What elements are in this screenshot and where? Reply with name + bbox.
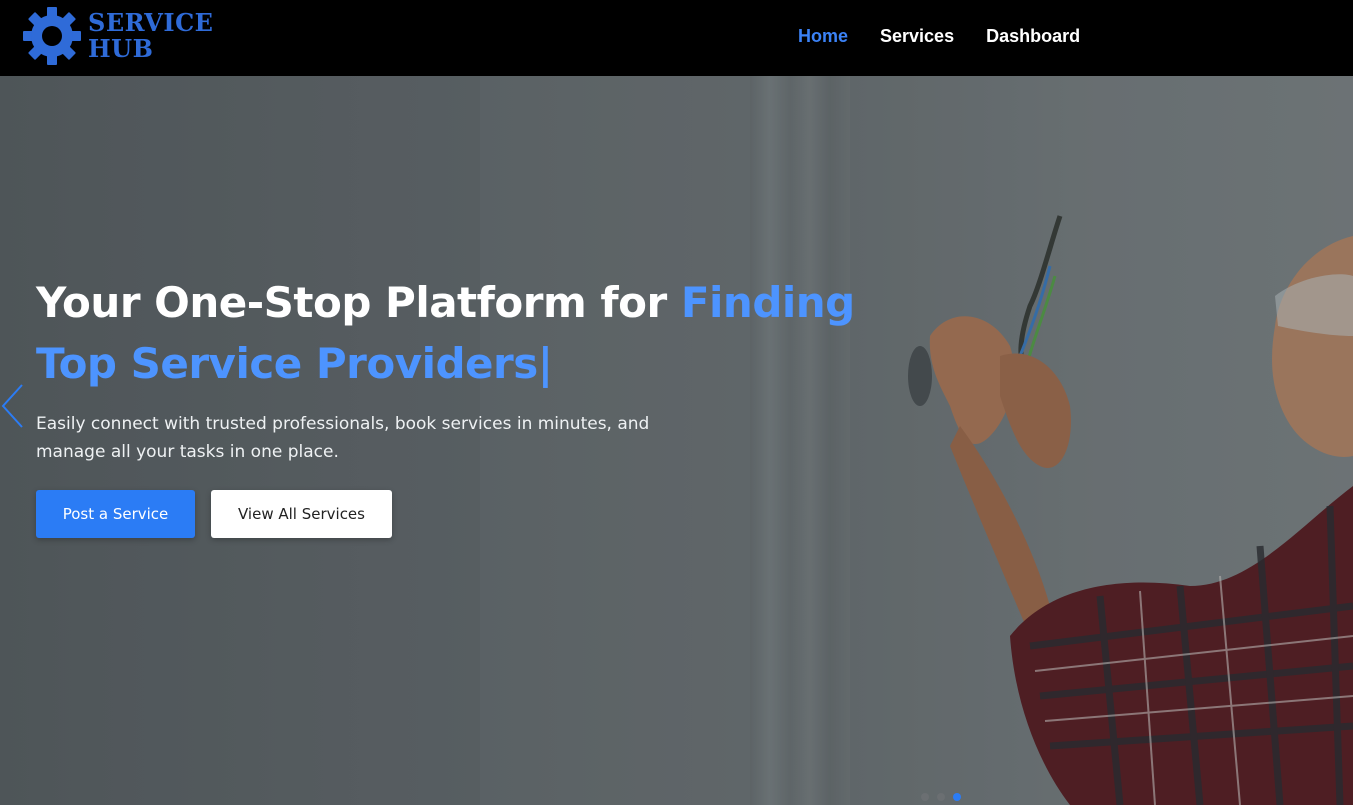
carousel-dot-1[interactable]	[921, 793, 929, 801]
carousel-prev-button[interactable]	[0, 382, 26, 430]
hero-headline: Your One-Stop Platform for Finding Top S…	[36, 272, 916, 394]
carousel-pagination	[921, 793, 969, 801]
chevron-left-icon	[1, 384, 23, 428]
brand-logo[interactable]: SERVICE HUB	[22, 6, 213, 66]
hero-subtext: Easily connect with trusted professional…	[36, 414, 650, 462]
brand-name: SERVICE HUB	[88, 10, 213, 62]
nav-item-services[interactable]: Services	[880, 24, 954, 48]
carousel-dot-3[interactable]	[953, 793, 961, 801]
post-service-button[interactable]: Post a Service	[36, 490, 195, 538]
brand-name-line1: SERVICE	[88, 8, 214, 37]
brand-name-line2: HUB	[88, 34, 154, 63]
view-all-services-button[interactable]: View All Services	[211, 490, 392, 538]
carousel-dot-2[interactable]	[937, 793, 945, 801]
hero-carousel: Your One-Stop Platform for Finding Top S…	[0, 76, 1353, 805]
nav-item-home[interactable]: Home	[798, 24, 848, 48]
main-nav: Home Services Dashboard	[798, 24, 1112, 48]
nav-item-dashboard[interactable]: Dashboard	[986, 24, 1080, 48]
navbar: SERVICE HUB Home Services Dashboard	[0, 0, 1353, 76]
gear-icon	[23, 7, 81, 65]
hero-headline-prefix: Your One-Stop Platform for	[36, 278, 681, 327]
